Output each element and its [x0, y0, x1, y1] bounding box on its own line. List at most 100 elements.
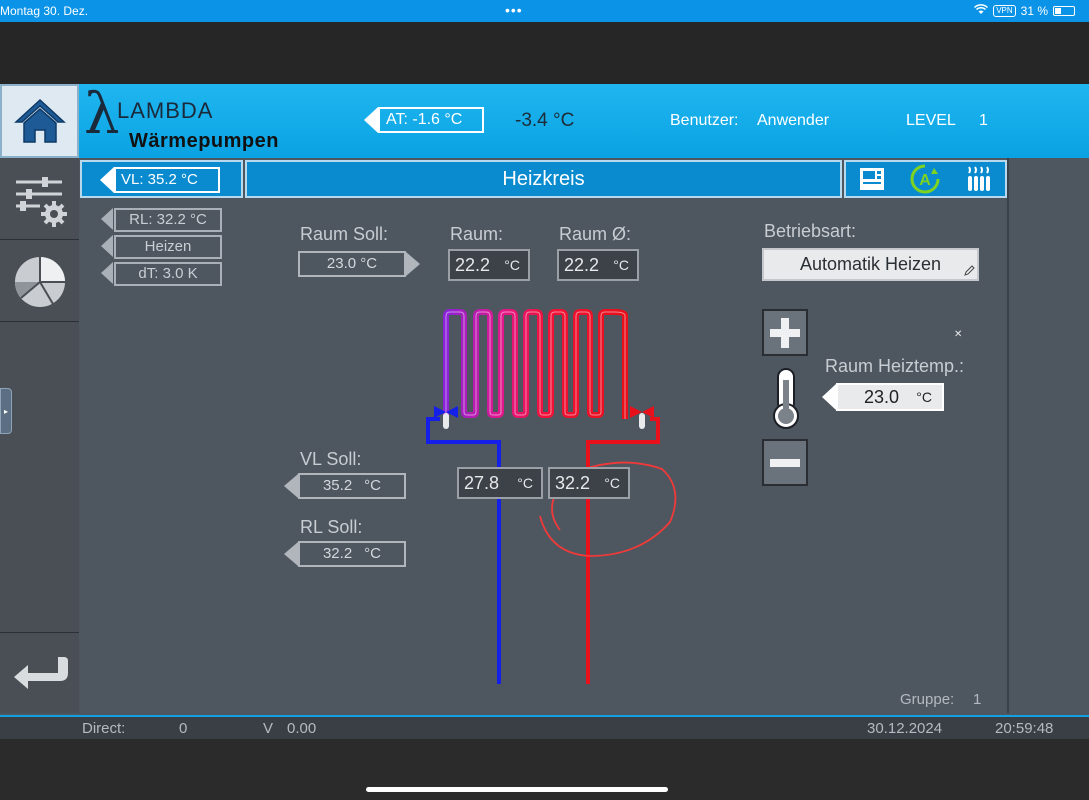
svg-text:A: A — [920, 172, 932, 189]
heating-temp-value: 23.0 — [864, 387, 900, 407]
arrow-left-icon — [101, 262, 113, 284]
heating-temp-unit: °C — [916, 389, 932, 405]
return-setpoint-unit: °C — [364, 545, 382, 562]
battery-icon — [1053, 6, 1075, 16]
top-letterbox — [0, 22, 1089, 84]
radiator-icon[interactable] — [966, 165, 992, 193]
return-temp-unit: °C — [517, 475, 533, 491]
outdoor-temp-value: AT: -1.6 °C — [378, 107, 484, 133]
mode-icon-bar: A — [844, 160, 1007, 198]
right-strip — [1007, 158, 1089, 713]
room-current-field: 22.2 °C — [448, 249, 530, 281]
return-arrow-icon — [13, 657, 68, 689]
page-title: Heizkreis — [245, 160, 842, 198]
flow-setpoint-label: VL Soll: — [300, 449, 362, 469]
auto-mode-icon[interactable]: A — [910, 164, 940, 194]
side-drawer-handle[interactable]: ▸ — [0, 388, 12, 434]
return-setpoint-value: 32.2 — [322, 545, 353, 562]
arrow-left-icon — [100, 167, 114, 193]
arrow-right-icon — [406, 252, 420, 276]
ios-status-bar: Montag 30. Dez. ••• VPN 31 % — [0, 0, 1089, 22]
minus-icon — [770, 458, 800, 467]
floor-heating-coil — [443, 309, 628, 419]
v-value: 0.00 — [287, 720, 317, 737]
supply-temp-unit: °C — [604, 475, 620, 491]
status-right: VPN 31 % — [974, 4, 1075, 18]
return-temp-readout: 27.8 °C — [457, 467, 543, 499]
settings-sliders-gear-icon — [15, 176, 67, 227]
multitask-dots-icon[interactable]: ••• — [505, 2, 523, 18]
arrow-left-icon — [101, 235, 113, 257]
operating-mode-select[interactable]: Automatik Heizen — [762, 248, 979, 281]
room-setpoint-field[interactable]: 23.0 °C — [298, 251, 406, 277]
operating-mode-value: Automatik Heizen — [799, 254, 942, 274]
room-average-field: 22.2 °C — [557, 249, 639, 281]
footer-time: 20:59:48 — [995, 720, 1054, 737]
controller-icon[interactable] — [859, 167, 885, 191]
settings-button[interactable] — [0, 160, 79, 240]
flow-temp-value: VL: 35.2 °C — [114, 167, 220, 193]
plus-icon — [770, 317, 800, 348]
subheader: VL: 35.2 °C Heizkreis A — [80, 160, 1007, 198]
footer-date: 30.12.2024 — [867, 720, 943, 737]
arrow-left-icon — [364, 107, 378, 133]
heatpump-hmi: λ LAMBDA Wärmepumpen AT: -1.6 °C -3.4 °C… — [0, 82, 1089, 739]
group-label: Gruppe: — [900, 691, 955, 708]
room-current-value: 22.2 — [455, 255, 491, 275]
status-date: Montag 30. Dez. — [0, 4, 89, 18]
statistics-button[interactable] — [0, 242, 79, 322]
room-setpoint-label: Raum Soll: — [300, 224, 389, 244]
group-value: 1 — [973, 691, 982, 708]
arrow-left-icon — [822, 384, 836, 410]
delta-temp-field[interactable]: dT: 3.0 K — [114, 262, 222, 286]
thermometer-icon — [773, 368, 799, 429]
room-average-value: 22.2 — [564, 255, 600, 275]
return-temp-value: 27.8 — [464, 473, 500, 493]
flow-setpoint-field[interactable]: 35.2 °C — [298, 473, 406, 499]
supply-temp-value: 32.2 — [555, 473, 591, 493]
direct-value: 0 — [179, 720, 188, 737]
home-indicator[interactable] — [366, 787, 668, 792]
sidebar: ▸ — [0, 158, 79, 713]
level-label: LEVEL — [906, 112, 956, 129]
lambda-symbol-icon: λ — [84, 82, 120, 147]
level-value: 1 — [979, 112, 988, 129]
back-button[interactable] — [0, 632, 79, 713]
status-footer: Direct: 0 V 0.00 30.12.2024 20:59:48 — [0, 715, 1089, 739]
heating-temp-field[interactable]: 23.0 °C — [836, 383, 944, 411]
user-value[interactable]: Anwender — [757, 112, 829, 130]
room-current-unit: °C — [504, 257, 520, 273]
return-temp-field[interactable]: RL: 32.2 °C — [114, 208, 222, 232]
increase-button[interactable] — [762, 309, 808, 356]
arrow-left-icon — [284, 542, 298, 566]
vpn-badge: VPN — [993, 5, 1016, 17]
wifi-icon — [974, 4, 989, 18]
home-icon — [13, 98, 66, 143]
v-label: V — [263, 720, 274, 737]
app-header: λ LAMBDA Wärmepumpen AT: -1.6 °C -3.4 °C… — [0, 82, 1089, 158]
heating-temp-label: Raum Heiztemp.: — [825, 356, 965, 376]
operating-mode-label: Betriebsart: — [764, 221, 857, 241]
return-pipe — [426, 417, 501, 684]
flow-setpoint-value: 35.2 — [322, 477, 353, 494]
outdoor-temp-button[interactable]: AT: -1.6 °C — [364, 106, 484, 134]
flow-temp-button[interactable]: VL: 35.2 °C — [80, 160, 243, 198]
close-small-icon[interactable]: ✕ — [954, 329, 962, 340]
supply-temp-readout: 32.2 °C — [548, 467, 630, 499]
home-button[interactable] — [0, 84, 79, 158]
pie-chart-icon — [14, 256, 65, 307]
battery-percent: 31 % — [1020, 4, 1048, 18]
logo-subtitle: Wärmepumpen — [129, 130, 279, 152]
flow-setpoint-unit: °C — [364, 477, 382, 494]
operating-state-field[interactable]: Heizen — [114, 235, 222, 259]
lambda-logo: λ LAMBDA Wärmepumpen — [84, 82, 314, 154]
arrow-left-icon — [101, 208, 113, 230]
outdoor-temp-average: -3.4 °C — [515, 110, 575, 131]
return-setpoint-label: RL Soll: — [300, 517, 363, 537]
return-setpoint-field[interactable]: 32.2 °C — [298, 541, 406, 567]
room-current-label: Raum: — [450, 224, 504, 244]
decrease-button[interactable] — [762, 439, 808, 486]
room-average-label: Raum Ø: — [559, 224, 632, 244]
logo-name: LAMBDA — [117, 98, 214, 123]
arrow-left-icon — [284, 474, 298, 498]
